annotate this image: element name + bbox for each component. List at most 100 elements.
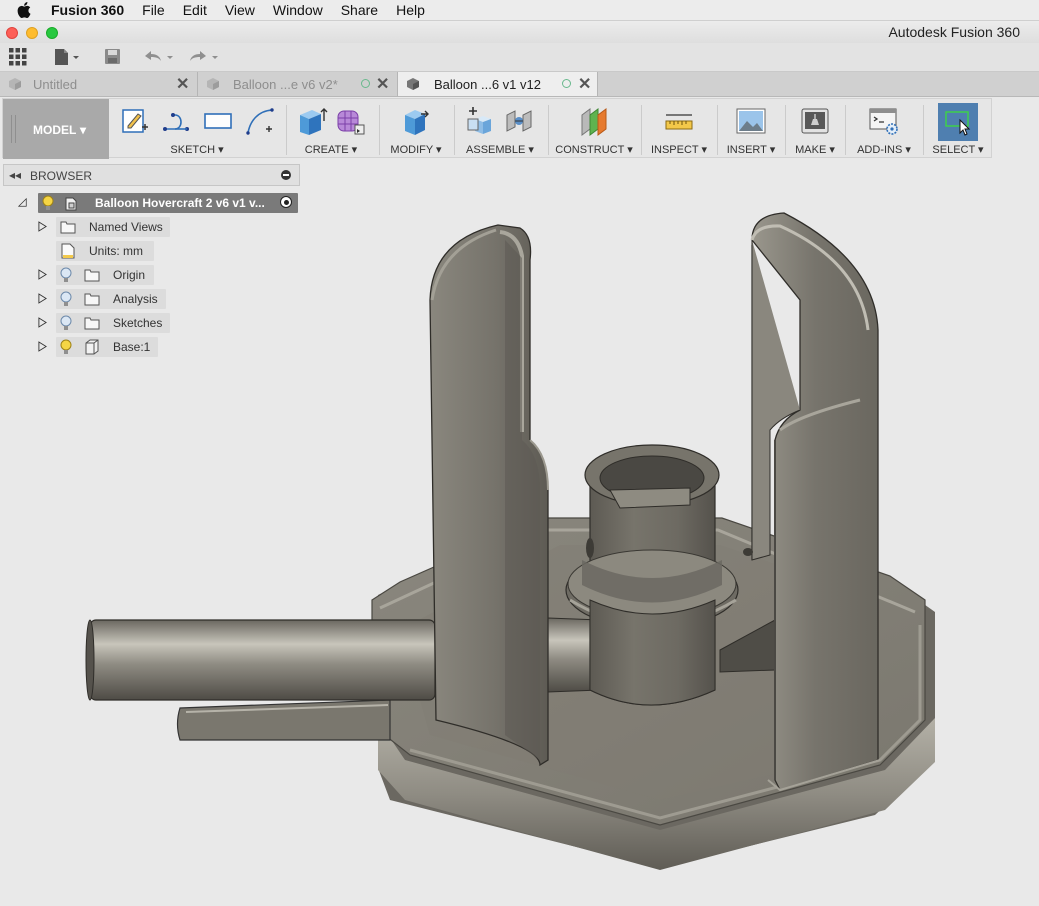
- browser-node-origin[interactable]: Origin: [36, 265, 176, 285]
- menu-share[interactable]: Share: [341, 2, 378, 18]
- browser-node-units[interactable]: Units: mm: [36, 241, 176, 261]
- rectangle-tool-icon[interactable]: [202, 105, 234, 137]
- save-button[interactable]: [104, 47, 122, 67]
- browser-root-row[interactable]: Balloon Hovercraft 2 v6 v1 v...: [18, 193, 300, 213]
- browser-node-base[interactable]: Base:1: [36, 337, 176, 357]
- design-cube-icon: [207, 78, 219, 90]
- close-tab-icon[interactable]: ✕: [578, 74, 591, 94]
- browser-node-named-views[interactable]: Named Views: [36, 217, 176, 237]
- tab-balloon-v2[interactable]: Balloon ...e v6 v2* ✕: [198, 72, 398, 96]
- group-label[interactable]: INSERT ▾: [718, 143, 784, 156]
- undo-button[interactable]: [143, 47, 177, 67]
- extrude-icon[interactable]: [296, 105, 328, 137]
- window-minimize-button[interactable]: [26, 27, 38, 39]
- node-label: Named Views: [89, 220, 163, 234]
- expand-triangle-icon[interactable]: [38, 293, 47, 304]
- expand-triangle-icon[interactable]: [38, 269, 47, 280]
- browser-node-sketches[interactable]: Sketches: [36, 313, 176, 333]
- menu-app-name[interactable]: Fusion 360: [51, 2, 124, 18]
- group-label[interactable]: INSPECT ▾: [642, 143, 716, 156]
- create-sketch-icon[interactable]: [118, 105, 150, 137]
- browser-node-analysis[interactable]: Analysis: [36, 289, 176, 309]
- document-icon: [61, 243, 75, 259]
- 3d-print-icon[interactable]: [799, 105, 831, 137]
- collapse-panel-icon[interactable]: ◂◂: [9, 168, 21, 182]
- redo-button[interactable]: [188, 47, 222, 67]
- root-component-node[interactable]: Balloon Hovercraft 2 v6 v1 v...: [38, 193, 298, 213]
- window-close-button[interactable]: [6, 27, 18, 39]
- tab-balloon-v12[interactable]: Balloon ...6 v1 v12 ✕: [398, 72, 598, 96]
- form-icon[interactable]: [334, 105, 366, 137]
- node-box[interactable]: Analysis: [56, 289, 166, 309]
- line-tool-icon[interactable]: [160, 105, 192, 137]
- group-label[interactable]: CONSTRUCT ▾: [549, 143, 639, 156]
- apple-icon[interactable]: [17, 2, 31, 18]
- menu-help[interactable]: Help: [396, 2, 425, 18]
- design-cube-icon: [407, 78, 419, 90]
- undo-icon: [145, 51, 173, 61]
- browser-title: BROWSER: [30, 169, 93, 183]
- panel-options-icon[interactable]: [281, 170, 291, 180]
- close-tab-icon[interactable]: ✕: [376, 74, 389, 94]
- folder-icon: [84, 317, 100, 330]
- window-title-bar: Autodesk Fusion 360: [0, 21, 1039, 43]
- select-tool-button[interactable]: [938, 103, 978, 141]
- lightbulb-on-icon[interactable]: [60, 339, 72, 355]
- lightbulb-off-icon[interactable]: [60, 315, 72, 331]
- browser-panel-header: ◂◂ BROWSER: [3, 164, 300, 186]
- workspace-switcher[interactable]: MODEL ▾: [3, 99, 109, 159]
- window-zoom-button[interactable]: [46, 27, 58, 39]
- node-box[interactable]: Origin: [56, 265, 154, 285]
- menu-edit[interactable]: Edit: [183, 2, 207, 18]
- tab-label: Untitled: [33, 77, 78, 92]
- group-assemble: ASSEMBLE ▾: [455, 99, 545, 159]
- chevron-down-icon: ▾: [80, 123, 87, 137]
- offset-plane-icon[interactable]: [578, 105, 610, 137]
- spline-tool-icon[interactable]: [244, 105, 276, 137]
- press-pull-icon[interactable]: [400, 105, 432, 137]
- node-box[interactable]: Named Views: [56, 217, 170, 237]
- file-menu-button[interactable]: [53, 47, 81, 67]
- node-box[interactable]: Sketches: [56, 313, 170, 333]
- group-create: CREATE ▾: [287, 99, 375, 159]
- tab-untitled[interactable]: Untitled ✕: [0, 72, 198, 96]
- menu-file[interactable]: File: [142, 2, 165, 18]
- group-inspect: INSPECT ▾: [642, 99, 716, 159]
- group-label[interactable]: ADD-INS ▾: [846, 143, 922, 156]
- group-label[interactable]: ASSEMBLE ▾: [455, 143, 545, 156]
- collapse-triangle-icon[interactable]: [18, 197, 27, 208]
- group-select: SELECT ▾: [924, 99, 992, 159]
- group-modify: MODIFY ▾: [380, 99, 452, 159]
- group-label[interactable]: SELECT ▾: [924, 143, 992, 156]
- group-label[interactable]: MODIFY ▾: [380, 143, 452, 156]
- node-box[interactable]: Base:1: [56, 337, 158, 357]
- close-tab-icon[interactable]: ✕: [176, 74, 189, 94]
- menu-view[interactable]: View: [225, 2, 255, 18]
- insert-image-icon[interactable]: [735, 105, 767, 137]
- expand-triangle-icon[interactable]: [38, 221, 47, 232]
- document-tab-bar: Untitled ✕ Balloon ...e v6 v2* ✕ Balloon…: [0, 72, 1039, 97]
- group-insert: INSERT ▾: [718, 99, 784, 159]
- group-label[interactable]: SKETCH ▾: [111, 143, 283, 156]
- activate-radio-icon[interactable]: [280, 196, 292, 208]
- toolbar-grip[interactable]: [11, 115, 16, 143]
- group-add-ins: ADD-INS ▾: [846, 99, 922, 159]
- group-label[interactable]: CREATE ▾: [287, 143, 375, 156]
- menu-window[interactable]: Window: [273, 2, 323, 18]
- expand-triangle-icon[interactable]: [38, 317, 47, 328]
- lightbulb-off-icon[interactable]: [60, 267, 72, 283]
- tab-label: Balloon ...6 v1 v12: [434, 77, 541, 92]
- lightbulb-on-icon[interactable]: [42, 195, 54, 211]
- lightbulb-off-icon[interactable]: [60, 291, 72, 307]
- scripts-addins-icon[interactable]: [868, 105, 900, 137]
- new-component-icon[interactable]: [465, 105, 497, 137]
- joint-icon[interactable]: [503, 105, 535, 137]
- group-label[interactable]: MAKE ▾: [786, 143, 844, 156]
- node-label: Analysis: [113, 292, 158, 306]
- data-panel-button[interactable]: [9, 47, 27, 67]
- measure-icon[interactable]: [663, 105, 695, 137]
- group-construct: CONSTRUCT ▾: [549, 99, 639, 159]
- node-box[interactable]: Units: mm: [56, 241, 154, 261]
- expand-triangle-icon[interactable]: [38, 341, 47, 352]
- ribbon-toolbar: MODEL ▾ SKETCH ▾ CREATE ▾ MODIFY ▾ ASSEM…: [2, 98, 992, 159]
